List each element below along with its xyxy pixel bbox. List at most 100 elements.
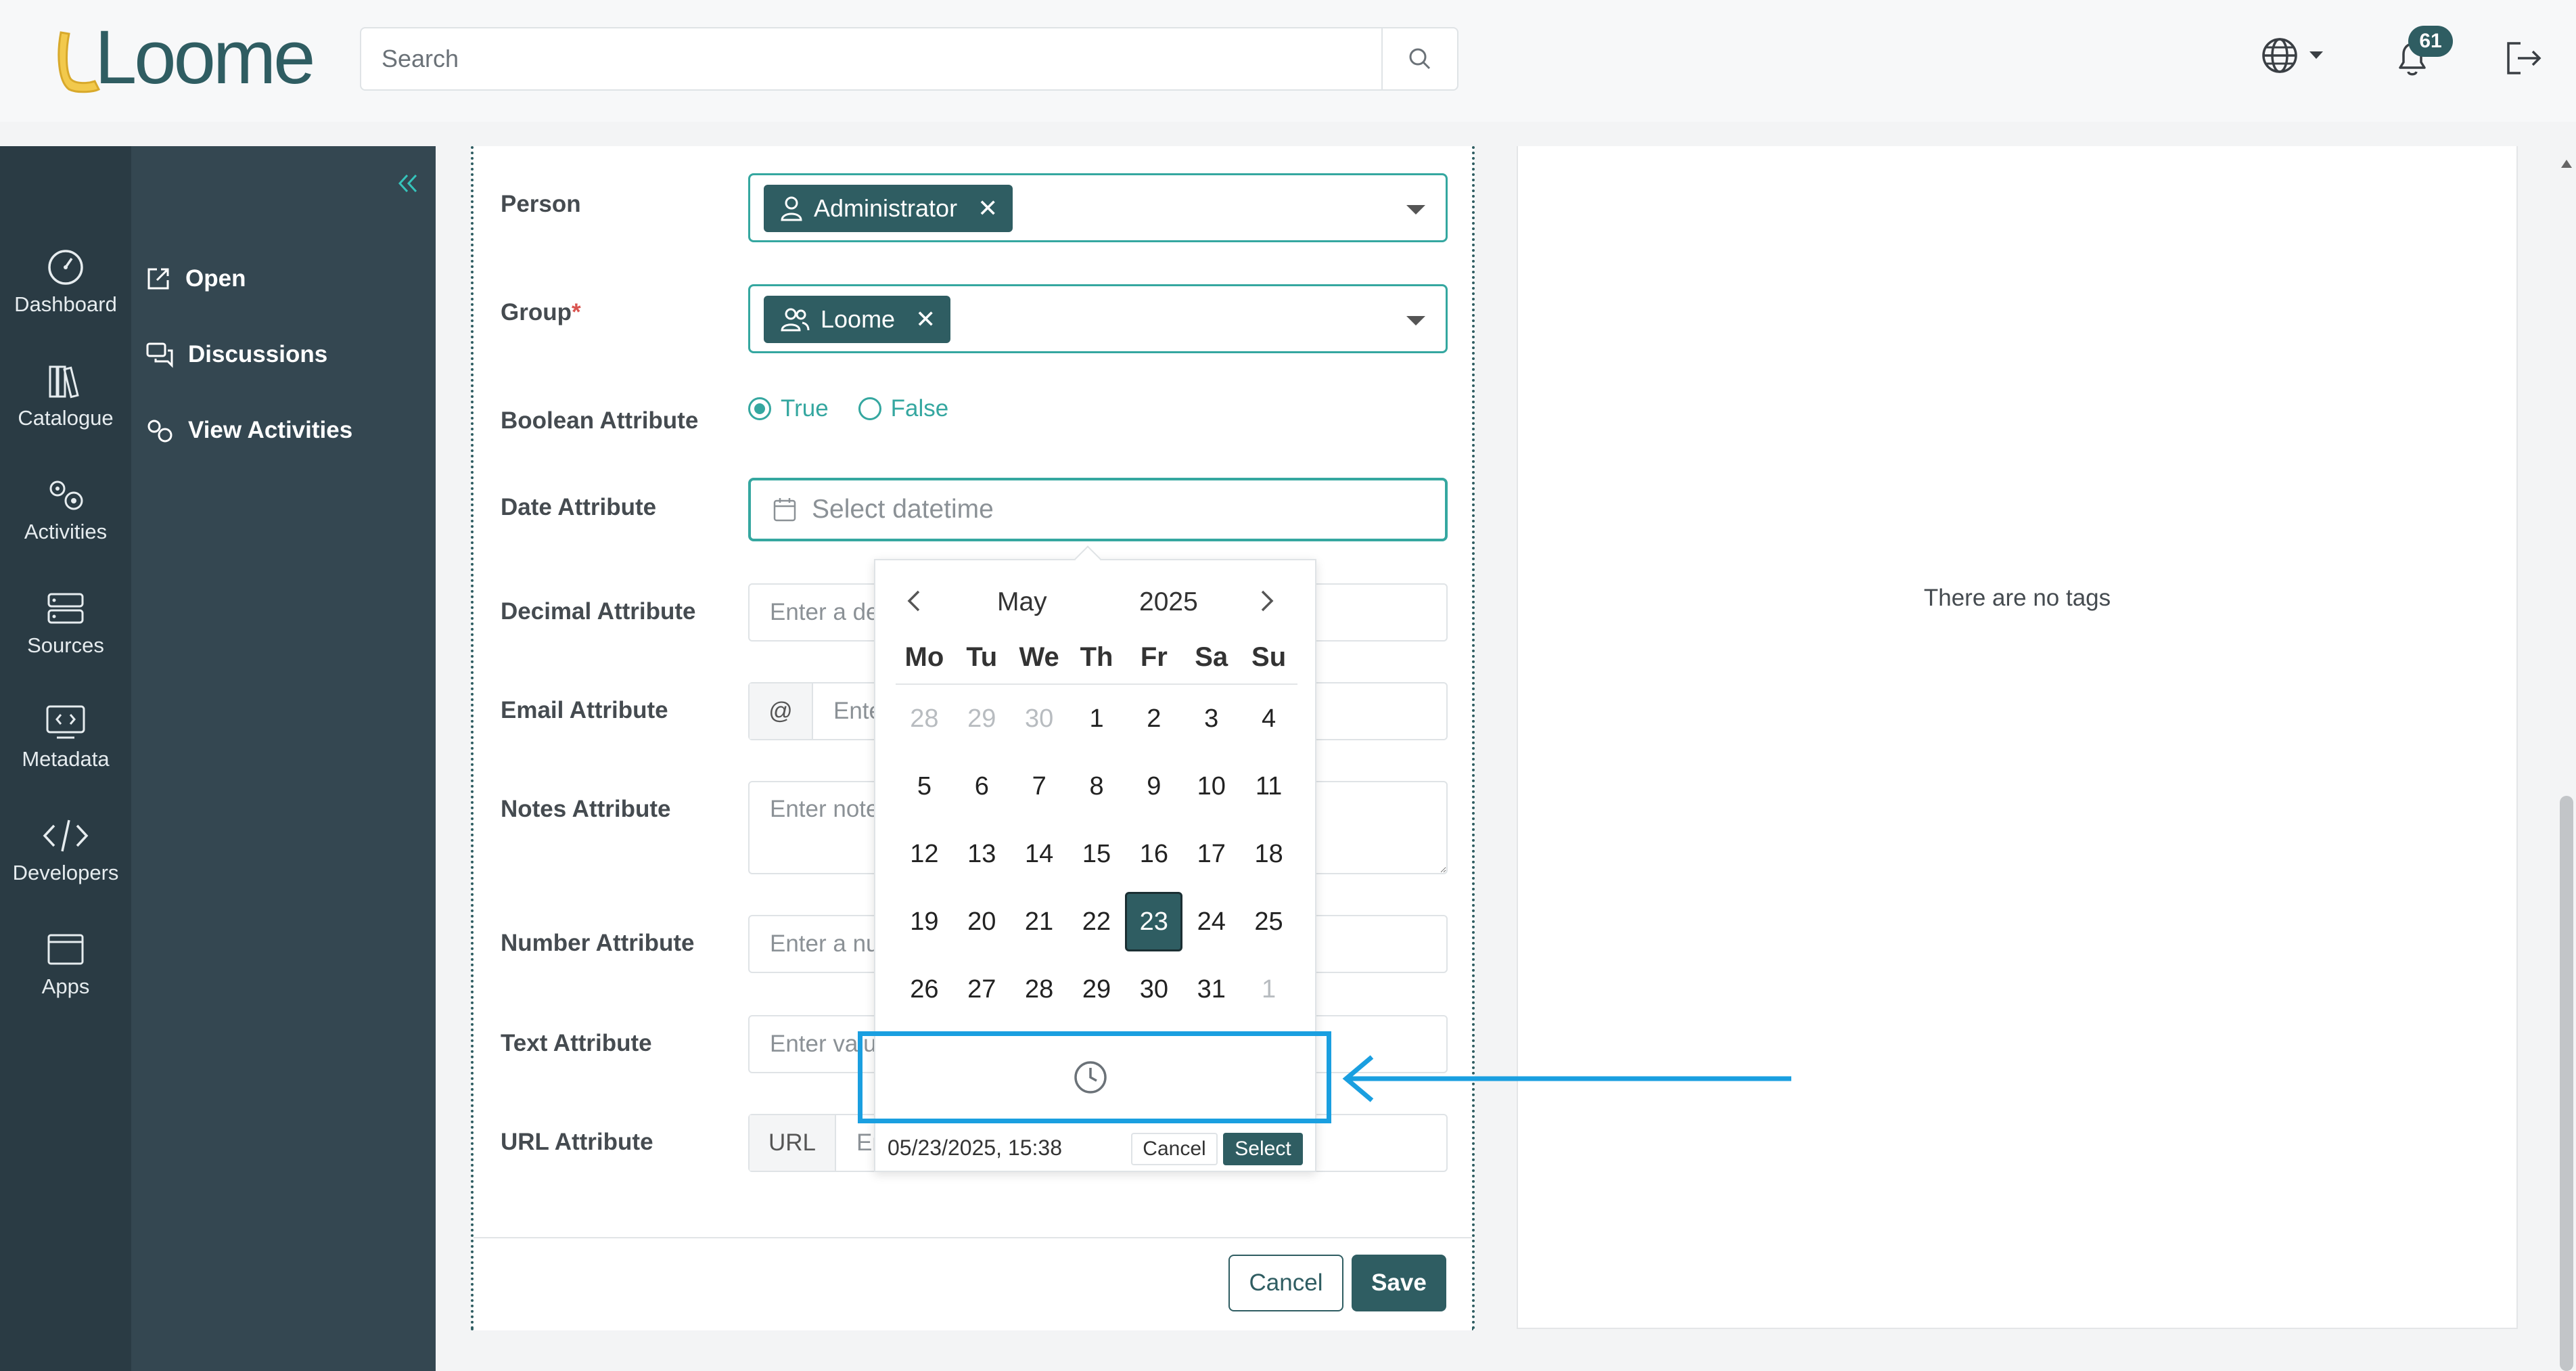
calendar-day[interactable]: 21 xyxy=(1011,892,1068,951)
chevron-right-icon xyxy=(1261,590,1274,612)
calendar-grid: Mo Tu We Th Fr Sa Su 28 29 30 1 2 3 4 5 … xyxy=(896,640,1297,1023)
calendar-day[interactable]: 18 xyxy=(1240,824,1297,884)
boolean-label: Boolean Attribute xyxy=(501,407,699,434)
cancel-button[interactable]: Cancel xyxy=(1228,1255,1343,1311)
calendar-week: 26 27 28 29 30 31 1 xyxy=(896,956,1297,1023)
subnav-label: Open xyxy=(185,265,246,292)
page-scrollbar[interactable] xyxy=(2557,146,2576,1371)
subnav-view-activities[interactable]: View Activities xyxy=(145,410,352,451)
logout-button[interactable] xyxy=(2503,39,2544,77)
calendar-day[interactable]: 12 xyxy=(896,824,953,884)
calendar-day[interactable]: 28 xyxy=(896,689,953,748)
chevron-down-icon xyxy=(2309,51,2323,59)
year-selector[interactable]: 2025 xyxy=(1139,587,1198,617)
nav-label: Metadata xyxy=(22,747,110,771)
dropdown-caret-icon xyxy=(1406,205,1425,215)
weekday-label: Su xyxy=(1251,642,1287,672)
url-label: URL Attribute xyxy=(501,1129,653,1155)
discussions-icon xyxy=(146,342,173,368)
subnav-open[interactable]: Open xyxy=(145,259,246,299)
calendar-day[interactable]: 30 xyxy=(1125,960,1182,1019)
calendar-icon xyxy=(773,498,796,522)
calendar-week: 28 29 30 1 2 3 4 xyxy=(896,685,1297,752)
date-input[interactable] xyxy=(812,495,1353,524)
language-menu[interactable] xyxy=(2259,35,2323,76)
nav-dashboard[interactable]: Dashboard xyxy=(0,248,131,317)
remove-chip-icon[interactable]: ✕ xyxy=(915,305,936,334)
calendar-day[interactable]: 25 xyxy=(1240,892,1297,951)
item-sidebar: Open Discussions View Activities xyxy=(131,146,436,1371)
calendar-day[interactable]: 24 xyxy=(1182,892,1240,951)
calendar-day[interactable]: 29 xyxy=(953,689,1011,748)
collapse-sidebar-button[interactable] xyxy=(396,172,419,195)
calendar-day[interactable]: 26 xyxy=(896,960,953,1019)
calendar-day[interactable]: 4 xyxy=(1240,689,1297,748)
calendar-day[interactable]: 16 xyxy=(1125,824,1182,884)
group-select[interactable]: Loome ✕ xyxy=(748,284,1448,353)
nav-activities[interactable]: Activities xyxy=(0,475,131,544)
search-input[interactable] xyxy=(361,28,1383,89)
calendar-day[interactable]: 20 xyxy=(953,892,1011,951)
nav-metadata[interactable]: Metadata xyxy=(0,702,131,771)
loome-logo[interactable]: Loome xyxy=(54,19,315,95)
calendar-day[interactable]: 3 xyxy=(1182,689,1240,748)
date-picker-input[interactable] xyxy=(748,478,1448,541)
scroll-up-icon[interactable] xyxy=(2561,160,2572,168)
calendar-day[interactable]: 30 xyxy=(1011,689,1068,748)
radio-false-label: False xyxy=(890,395,949,422)
next-month-button[interactable] xyxy=(1257,589,1276,613)
previous-month-button[interactable] xyxy=(905,589,924,613)
calendar-day[interactable]: 17 xyxy=(1182,824,1240,884)
group-chip: Loome ✕ xyxy=(764,296,951,343)
calendar-day[interactable]: 11 xyxy=(1240,757,1297,816)
users-icon xyxy=(781,308,810,332)
month-selector[interactable]: May xyxy=(997,587,1047,617)
calendar-day-selected[interactable]: 23 xyxy=(1125,892,1183,951)
notes-label: Notes Attribute xyxy=(501,796,671,822)
calendar-day[interactable]: 7 xyxy=(1011,757,1068,816)
calendar-day[interactable]: 29 xyxy=(1068,960,1126,1019)
datepicker-cancel-button[interactable]: Cancel xyxy=(1131,1133,1218,1165)
weekday-header: Mo Tu We Th Fr Sa Su xyxy=(896,640,1297,685)
subnav-discussions[interactable]: Discussions xyxy=(145,334,327,375)
search-icon xyxy=(1409,48,1431,70)
nav-catalogue[interactable]: Catalogue xyxy=(0,361,131,430)
calendar-day[interactable]: 8 xyxy=(1068,757,1126,816)
calendar-day[interactable]: 15 xyxy=(1068,824,1126,884)
calendar-day[interactable]: 5 xyxy=(896,757,953,816)
calendar-day[interactable]: 1 xyxy=(1240,960,1297,1019)
datepicker-select-button[interactable]: Select xyxy=(1223,1133,1303,1165)
calendar-day[interactable]: 13 xyxy=(953,824,1011,884)
nav-apps[interactable]: Apps xyxy=(0,930,131,999)
weekday-label: We xyxy=(1019,642,1059,672)
radio-true-label: True xyxy=(781,395,829,422)
calendar-day[interactable]: 27 xyxy=(953,960,1011,1019)
radio-true[interactable]: True xyxy=(748,395,829,422)
calendar-day[interactable]: 28 xyxy=(1011,960,1068,1019)
calendar-day[interactable]: 10 xyxy=(1182,757,1240,816)
person-select[interactable]: Administrator ✕ xyxy=(748,173,1448,242)
calendar-week: 19 20 21 22 23 24 25 xyxy=(896,888,1297,956)
nav-label: Catalogue xyxy=(18,406,114,430)
remove-chip-icon[interactable]: ✕ xyxy=(978,194,998,223)
calendar-day[interactable]: 2 xyxy=(1125,689,1182,748)
calendar-day[interactable]: 9 xyxy=(1125,757,1182,816)
nav-label: Developers xyxy=(12,861,119,884)
annotation-highlight-box xyxy=(858,1031,1331,1123)
calendar-day[interactable]: 1 xyxy=(1068,689,1126,748)
radio-empty-icon xyxy=(858,397,881,420)
scrollbar-thumb[interactable] xyxy=(2560,796,2573,1371)
search-button[interactable] xyxy=(1381,28,1457,89)
text-label: Text Attribute xyxy=(501,1030,652,1056)
radio-selected-icon xyxy=(748,397,771,420)
radio-false[interactable]: False xyxy=(858,395,949,422)
save-button[interactable]: Save xyxy=(1352,1255,1446,1311)
weekday-label: Mo xyxy=(904,642,944,672)
calendar-day[interactable]: 19 xyxy=(896,892,953,951)
nav-sources[interactable]: Sources xyxy=(0,589,131,658)
calendar-day[interactable]: 31 xyxy=(1182,960,1240,1019)
calendar-day[interactable]: 22 xyxy=(1067,892,1125,951)
nav-developers[interactable]: Developers xyxy=(0,816,131,885)
calendar-day[interactable]: 14 xyxy=(1011,824,1068,884)
calendar-day[interactable]: 6 xyxy=(953,757,1011,816)
